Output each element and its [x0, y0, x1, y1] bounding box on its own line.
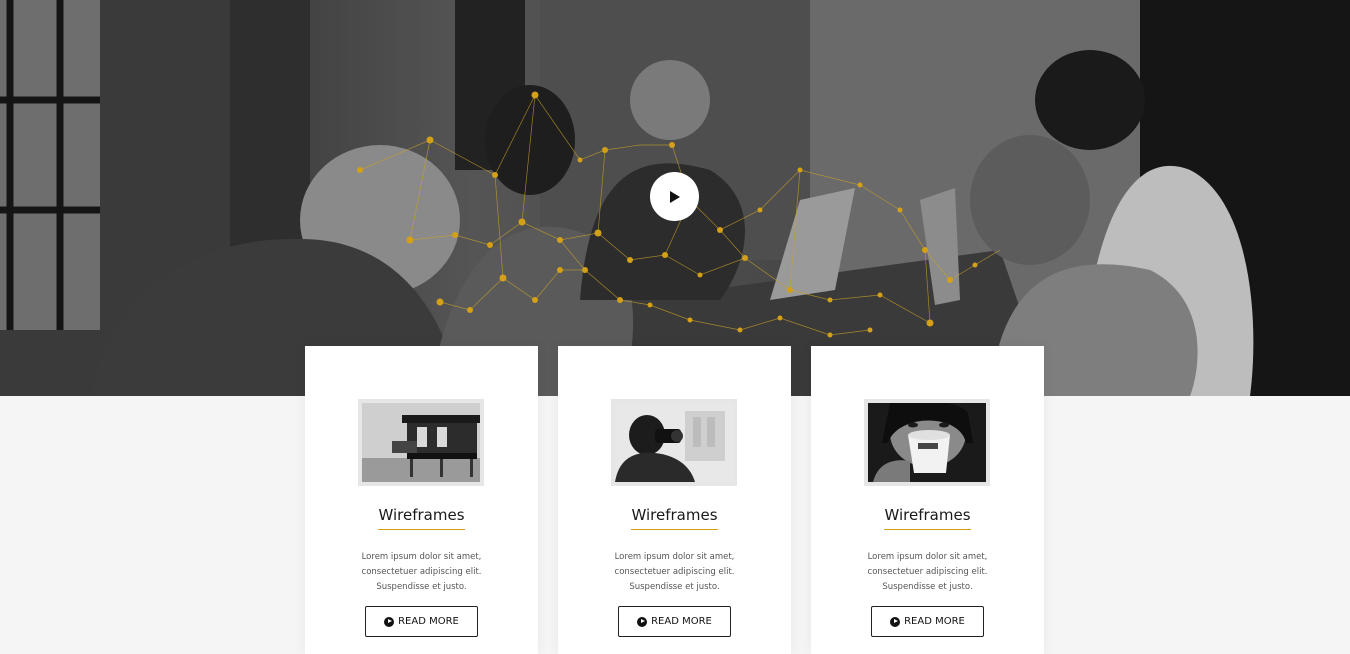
play-circle-icon: [890, 616, 901, 627]
play-icon: [670, 191, 680, 203]
card-description: Lorem ipsum dolor sit amet, consectetuer…: [614, 552, 735, 592]
card-thumbnail-building: [358, 399, 484, 486]
card-title: Wireframes: [558, 506, 791, 530]
play-circle-icon: [637, 616, 648, 627]
card-thumbnail-coffee: [864, 399, 990, 486]
read-more-button[interactable]: READ MORE: [618, 606, 731, 637]
read-more-button[interactable]: READ MORE: [871, 606, 984, 637]
read-more-label: READ MORE: [651, 616, 712, 627]
card-description: Lorem ipsum dolor sit amet, consectetuer…: [361, 552, 482, 592]
hero-section: [0, 0, 1350, 396]
card-description: Lorem ipsum dolor sit amet, consectetuer…: [867, 552, 988, 592]
play-circle-icon: [384, 616, 395, 627]
card-thumbnail-photographer: [611, 399, 737, 486]
feature-card: Wireframes Lorem ipsum dolor sit amet, c…: [811, 346, 1044, 654]
play-video-button[interactable]: [650, 172, 699, 221]
card-title: Wireframes: [811, 506, 1044, 530]
read-more-button[interactable]: READ MORE: [365, 606, 478, 637]
feature-card: Wireframes Lorem ipsum dolor sit amet, c…: [305, 346, 538, 654]
card-title: Wireframes: [305, 506, 538, 530]
read-more-label: READ MORE: [398, 616, 459, 627]
feature-card: Wireframes Lorem ipsum dolor sit amet, c…: [558, 346, 791, 654]
read-more-label: READ MORE: [904, 616, 965, 627]
